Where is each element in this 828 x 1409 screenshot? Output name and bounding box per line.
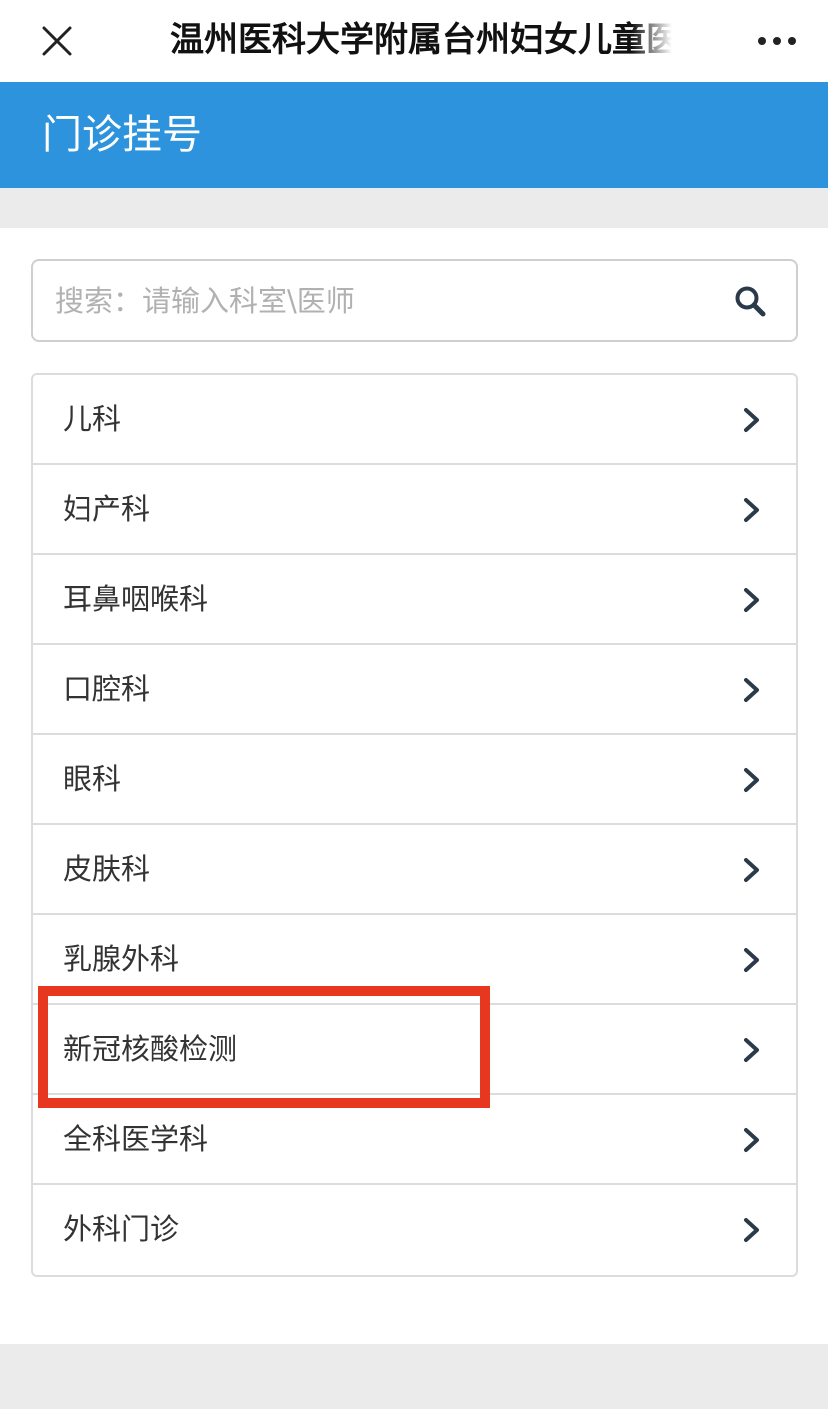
list-item-label: 妇产科 (63, 492, 151, 526)
search-input[interactable] (55, 261, 715, 340)
chevron-right-icon (744, 858, 759, 882)
chevron-right-icon (744, 948, 759, 972)
list-item-surgery-outpatient[interactable]: 外科门诊 (33, 1185, 796, 1275)
list-item-obstetrics-gynecology[interactable]: 妇产科 (33, 465, 796, 555)
list-item-label: 眼科 (63, 762, 122, 796)
page-header: 门诊挂号 (0, 82, 828, 188)
more-icon (758, 37, 796, 45)
list-item-label: 乳腺外科 (63, 942, 180, 976)
list-item-label: 儿科 (63, 402, 122, 436)
list-item-ent[interactable]: 耳鼻咽喉科 (33, 555, 796, 645)
close-button[interactable] (30, 14, 84, 68)
list-item-breast-surgery[interactable]: 乳腺外科 (33, 915, 796, 1005)
close-icon (42, 26, 72, 56)
list-item-label: 皮肤科 (63, 852, 151, 886)
search-icon[interactable] (734, 285, 766, 317)
chevron-right-icon (744, 498, 759, 522)
chevron-right-icon (744, 768, 759, 792)
list-item-covid-nucleic-acid-test[interactable]: 新冠核酸检测 (33, 1005, 796, 1095)
list-item-general-practice[interactable]: 全科医学科 (33, 1095, 796, 1185)
list-item-label: 口腔科 (63, 672, 151, 706)
chevron-right-icon (744, 1038, 759, 1062)
list-item-label: 外科门诊 (63, 1212, 180, 1246)
list-item-label: 耳鼻咽喉科 (63, 582, 209, 616)
chevron-right-icon (744, 678, 759, 702)
top-nav-bar: 温州医科大学附属台州妇女儿童医院 (0, 0, 828, 82)
page-title: 门诊挂号 (42, 112, 202, 158)
chevron-right-icon (744, 1218, 759, 1242)
list-item-dermatology[interactable]: 皮肤科 (33, 825, 796, 915)
bottom-band (0, 1344, 828, 1409)
more-button[interactable] (750, 14, 804, 68)
chevron-right-icon (744, 1128, 759, 1152)
window-title: 温州医科大学附属台州妇女儿童医院 (170, 20, 672, 60)
search-box (31, 259, 798, 342)
list-item-label: 新冠核酸检测 (63, 1032, 238, 1066)
chevron-right-icon (744, 588, 759, 612)
list-item-label: 全科医学科 (63, 1122, 209, 1156)
section-divider (0, 188, 828, 228)
list-item-stomatology[interactable]: 口腔科 (33, 645, 796, 735)
list-item-pediatrics[interactable]: 儿科 (33, 375, 796, 465)
list-item-ophthalmology[interactable]: 眼科 (33, 735, 796, 825)
chevron-right-icon (744, 408, 759, 432)
department-list: 儿科 妇产科 耳鼻咽喉科 口腔科 眼科 皮肤科 乳腺外科 新冠核酸检测 全科医学… (31, 373, 798, 1277)
